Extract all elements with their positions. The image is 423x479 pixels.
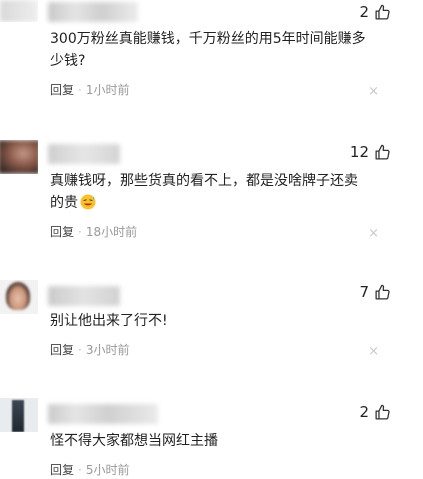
meta-separator: · [78, 343, 82, 357]
comment-time: 18小时前 [85, 225, 138, 239]
comment-item: 2 300万粉丝真能赚钱，千万粉丝的用5年时间能赚多少钱? 回复 · 1小时前 … [0, 0, 423, 110]
thumbs-up-icon [375, 144, 390, 160]
close-icon[interactable]: × [368, 344, 379, 360]
thumbs-up-icon [375, 404, 390, 420]
username-blurred[interactable] [48, 404, 158, 424]
reply-button[interactable]: 回复 [50, 342, 74, 358]
comment-item: 12 真赚钱呀，那些货真的看不上，都是没啥牌子还卖的贵 回复 · 18小时前 × [0, 140, 423, 250]
like-button[interactable]: 12 [350, 140, 391, 164]
comment-time: 5小时前 [85, 463, 130, 477]
comment-time: 1小时前 [85, 83, 130, 97]
meta-separator: · [78, 83, 82, 97]
comment-text: 真赚钱呀，那些货真的看不上，都是没啥牌子还卖的贵 [50, 170, 370, 214]
comment-meta: 回复 · 3小时前 [50, 342, 129, 358]
like-button[interactable]: 2 [359, 0, 391, 24]
reply-button[interactable]: 回复 [50, 462, 74, 478]
comment-text: 别让他出来了行不! [50, 313, 168, 329]
comment-item: 7 别让他出来了行不! 回复 · 3小时前 × [0, 280, 423, 360]
comment-meta: 回复 · 1小时前 [50, 82, 129, 98]
meta-separator: · [78, 463, 82, 477]
like-count: 2 [359, 403, 369, 421]
reply-button[interactable]: 回复 [50, 224, 74, 240]
comment-item: 2 怪不得大家都想当网红主播 回复 · 5小时前 [0, 398, 423, 479]
thumbs-up-icon [375, 4, 390, 20]
avatar[interactable] [0, 0, 38, 22]
thumbs-up-icon [375, 284, 390, 300]
avatar[interactable] [0, 140, 38, 174]
comment-meta: 回复 · 18小时前 [50, 224, 137, 240]
close-icon[interactable]: × [368, 84, 379, 100]
like-count: 7 [359, 283, 369, 301]
close-icon[interactable]: × [368, 226, 379, 242]
username-blurred[interactable] [48, 144, 120, 164]
sweat-laugh-emoji [80, 194, 96, 210]
like-button[interactable]: 2 [359, 400, 391, 424]
reply-button[interactable]: 回复 [50, 82, 74, 98]
meta-separator: · [78, 225, 82, 239]
avatar[interactable] [0, 398, 38, 432]
like-count: 12 [349, 143, 369, 161]
avatar[interactable] [0, 280, 38, 314]
comment-text: 300万粉丝真能赚钱，千万粉丝的用5年时间能赚多少钱? [50, 31, 366, 69]
like-count: 2 [359, 3, 369, 21]
comment-text: 怪不得大家都想当网红主播 [50, 433, 218, 449]
like-button[interactable]: 7 [359, 280, 391, 304]
username-blurred[interactable] [48, 2, 138, 22]
comment-text-content: 真赚钱呀，那些货真的看不上，都是没啥牌子还卖的贵 [50, 173, 358, 211]
comment-meta: 回复 · 5小时前 [50, 462, 129, 478]
username-blurred[interactable] [48, 286, 120, 306]
comment-time: 3小时前 [85, 343, 130, 357]
